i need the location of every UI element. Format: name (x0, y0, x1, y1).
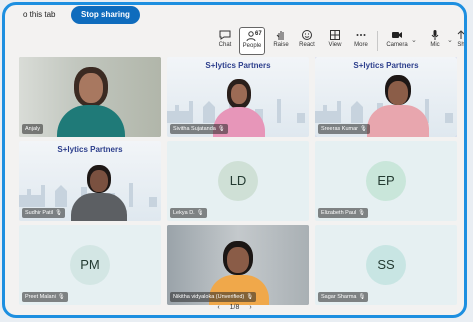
mic-icon (431, 30, 439, 40)
people-button[interactable]: 67 People (239, 27, 265, 55)
mic-options-chevron-icon[interactable]: ⌄ (447, 36, 453, 44)
participant-name: Lekya D. 🎙 (170, 208, 207, 218)
participant-name: Elizabeth Paul 🎙 (318, 208, 369, 218)
avatar: PM (70, 245, 110, 285)
meeting-toolbar: Chat 67 People Raise React View More Cam… (5, 27, 464, 57)
participant-tile[interactable]: EP Elizabeth Paul 🎙 (315, 141, 457, 221)
camera-icon (392, 32, 402, 38)
avatar: EP (366, 161, 406, 201)
raise-hand-icon (276, 31, 284, 40)
more-icon (356, 34, 366, 36)
chat-icon (219, 30, 231, 40)
participant-face (90, 170, 108, 192)
participant-name: Nikitha vidyaloka (Unverified) 🎙 (170, 292, 257, 302)
video-grid: Anjaly S+lytics Partners Sivitha Sujatan… (19, 57, 457, 307)
previous-page-chevron-icon[interactable]: ‹ (217, 304, 219, 311)
react-icon (302, 30, 312, 40)
participant-name: Sagar Sharma 🎙 (318, 292, 369, 302)
share-button[interactable]: Sh (453, 27, 464, 55)
participant-tile[interactable]: Nikitha vidyaloka (Unverified) 🎙 (167, 225, 309, 305)
participant-body (71, 193, 127, 221)
brand-logo: S+lytics Partners (57, 145, 123, 154)
avatar: SS (366, 245, 406, 285)
participant-face (79, 73, 103, 103)
participant-tile[interactable]: PM Preet Malani 🎙 (19, 225, 161, 305)
participant-name: Sreeras Kumar 🎙 (318, 124, 370, 134)
participant-body (367, 105, 429, 137)
participant-tile[interactable]: LD Lekya D. 🎙 (167, 141, 309, 221)
avatar: LD (218, 161, 258, 201)
mic-off-icon: 🎙 (217, 126, 225, 132)
participant-name: Anjaly (22, 124, 43, 134)
mic-button[interactable]: Mic (421, 27, 449, 55)
page-indicator: 1/8 (229, 304, 240, 311)
raise-hand-button[interactable]: Raise (267, 27, 295, 55)
more-button[interactable]: More (347, 27, 375, 55)
brand-logo: S+lytics Partners (205, 61, 271, 70)
participant-face (231, 84, 247, 104)
participant-tile[interactable]: SS Sagar Sharma 🎙 (315, 225, 457, 305)
camera-options-chevron-icon[interactable]: ⌄ (411, 36, 417, 44)
share-icon (457, 30, 464, 39)
mic-off-icon: 🎙 (358, 294, 366, 300)
view-button[interactable]: View (321, 27, 349, 55)
view-icon (330, 30, 340, 40)
mic-off-icon: 🎙 (246, 294, 254, 300)
stop-sharing-button[interactable]: Stop sharing (71, 6, 140, 24)
participant-face (227, 247, 249, 273)
next-page-chevron-icon[interactable]: › (249, 304, 251, 311)
participant-tile[interactable]: Anjaly (19, 57, 161, 137)
mic-off-icon: 🎙 (196, 210, 204, 216)
participant-face (388, 81, 408, 105)
participant-tile[interactable]: S+lytics Partners Sivitha Sujatanda 🎙 (167, 57, 309, 137)
toolbar-divider (377, 31, 378, 51)
people-count: 67 (255, 31, 262, 37)
gallery-pager: ‹ 1/8 › (5, 304, 464, 311)
participant-name: Sudhir Patil 🎙 (22, 208, 66, 218)
mic-off-icon: 🎙 (360, 126, 367, 132)
screen-share-frame: o this tab Stop sharing Chat 67 People R… (2, 2, 467, 318)
mic-off-icon: 🎙 (358, 210, 366, 216)
mic-off-icon: 🎙 (55, 210, 63, 216)
participant-tile-speaking[interactable]: S+lytics Partners Sreeras Kumar 🎙 (315, 57, 457, 137)
react-button[interactable]: React (293, 27, 321, 55)
brand-logo: S+lytics Partners (353, 61, 419, 70)
participant-tile[interactable]: S+lytics Partners Sudhir Patil 🎙 (19, 141, 161, 221)
participant-name: Preet Malani 🎙 (22, 292, 68, 302)
camera-button[interactable]: Camera (383, 27, 411, 55)
sharing-bar: o this tab Stop sharing (5, 5, 464, 27)
sharing-text: o this tab (23, 10, 56, 19)
participant-name: Sivitha Sujatanda 🎙 (170, 124, 228, 134)
mic-off-icon: 🎙 (57, 294, 65, 300)
chat-button[interactable]: Chat (211, 27, 239, 55)
